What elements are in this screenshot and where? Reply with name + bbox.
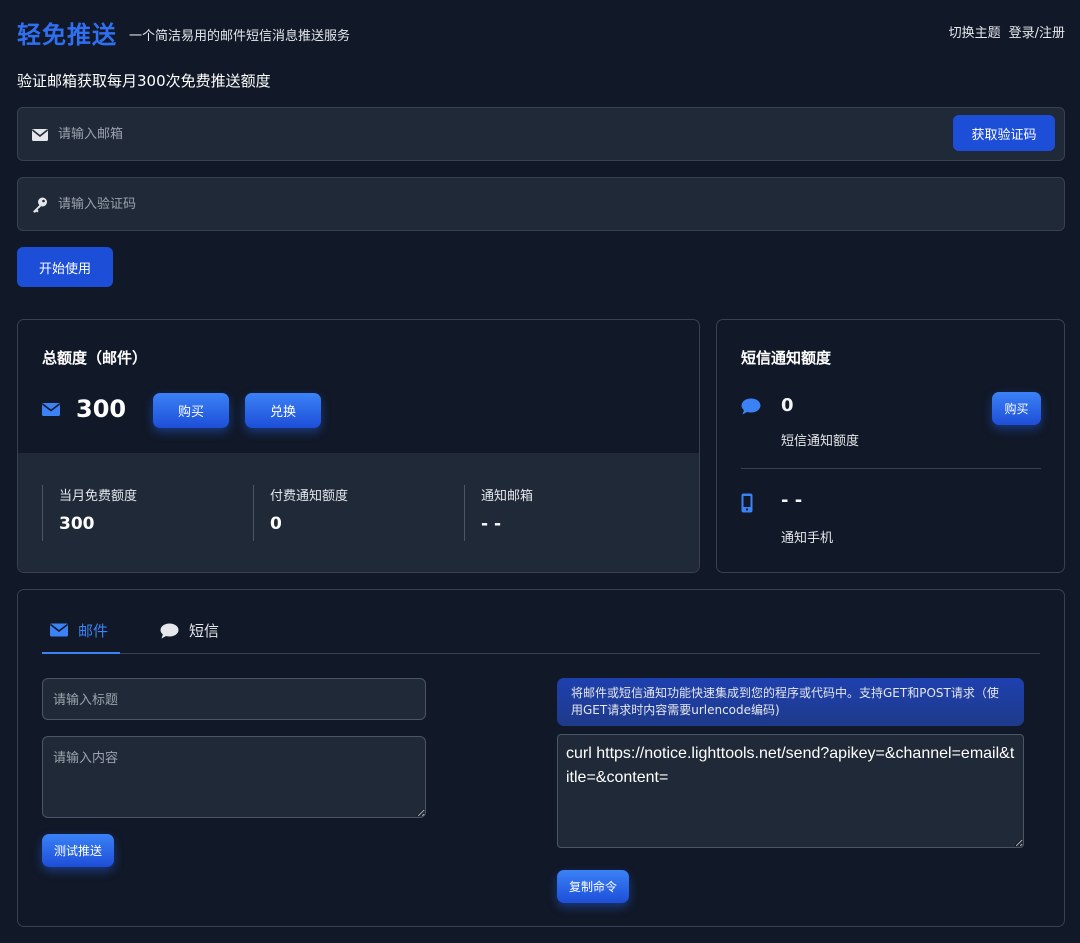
stat-notify-email: 通知邮箱 - - [464,485,533,541]
email-quota-title: 总额度（邮件） [42,349,148,367]
key-icon [33,197,47,213]
stat-monthly-free: 当月免费额度 300 [42,485,137,541]
tab-sms[interactable]: 短信 [160,620,219,641]
code-field-container [17,177,1065,231]
content-input[interactable] [42,736,426,818]
envelope-icon [32,129,48,141]
chat-bubble-icon [160,623,179,638]
stat-paid: 付费通知额度 0 [253,485,348,541]
stat-label: 通知邮箱 [481,489,534,504]
stat-value: 300 [59,514,95,534]
test-push-button[interactable]: 测试推送 [42,834,114,867]
buy-sms-button[interactable]: 购买 [992,392,1041,425]
chat-bubble-icon [741,398,761,415]
email-stats-panel: 当月免费额度 300 付费通知额度 0 通知邮箱 - - [18,453,699,572]
tab-email-label: 邮件 [78,622,109,640]
code-input[interactable] [58,178,918,230]
sms-quota-card: 短信通知额度 0 短信通知额度 购买 - - 通知手机 [716,319,1065,573]
sms-count: 0 [781,395,794,416]
sms-count-label: 短信通知额度 [781,434,860,449]
tab-divider [42,653,1040,654]
notify-phone: - - [781,490,803,511]
copy-command-button[interactable]: 复制命令 [557,870,629,903]
notify-phone-label: 通知手机 [781,531,834,546]
switch-theme-link[interactable]: 切换主题 [949,22,1001,41]
title-input[interactable] [42,678,426,720]
tab-sms-label: 短信 [189,622,220,640]
test-push-card: 邮件 短信 测试推送 将邮件或短信通知功能快速集成到您的程序或代码中。支持GET… [17,589,1065,927]
page-headline: 验证邮箱获取每月300次免费推送额度 [17,72,271,90]
envelope-icon [50,623,68,637]
envelope-icon [42,403,60,416]
stat-value: - - [481,514,502,534]
brand-logo[interactable]: 轻免推送 [17,15,117,50]
start-button[interactable]: 开始使用 [17,247,113,287]
sms-quota-title: 短信通知额度 [741,349,832,367]
email-input[interactable] [58,108,918,160]
email-total-quota: 300 [76,395,127,423]
buy-email-button[interactable]: 购买 [153,393,229,428]
api-command-textarea[interactable]: curl https://notice.lighttools.net/send?… [557,734,1024,848]
redeem-button[interactable]: 兑换 [245,393,321,428]
tagline: 一个简洁易用的邮件短信消息推送服务 [129,29,351,44]
email-quota-card: 总额度（邮件） 300 购买 兑换 当月免费额度 300 付费通知额度 0 通知… [17,319,700,573]
divider [741,468,1041,469]
get-code-button[interactable]: 获取验证码 [953,115,1055,151]
stat-value: 0 [270,514,282,534]
email-field-container: 获取验证码 [17,107,1065,161]
active-tab-indicator [42,652,120,654]
stat-label: 当月免费额度 [59,489,138,504]
mobile-phone-icon [741,493,753,513]
login-register-link[interactable]: 登录/注册 [1009,22,1065,41]
stat-label: 付费通知额度 [270,489,349,504]
top-nav: 切换主题 登录/注册 [949,22,1065,41]
api-info-banner: 将邮件或短信通知功能快速集成到您的程序或代码中。支持GET和POST请求（使用G… [557,678,1024,726]
tab-email[interactable]: 邮件 [50,620,108,641]
